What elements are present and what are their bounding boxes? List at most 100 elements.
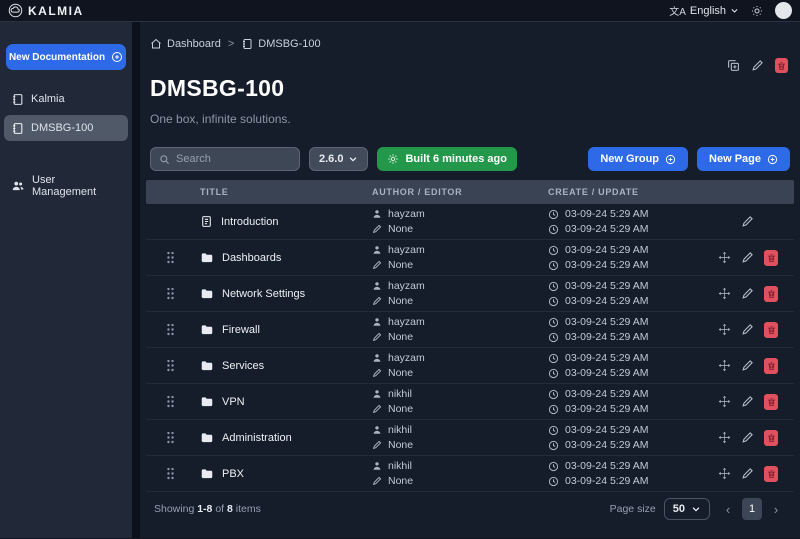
folder-icon: [200, 395, 214, 409]
sidebar-item-user-management[interactable]: User Management: [4, 173, 128, 199]
delete-row-button[interactable]: [764, 465, 778, 482]
author-name: hayzam: [388, 352, 425, 364]
new-documentation-label: New Documentation: [8, 51, 106, 63]
move-icon: [718, 431, 731, 444]
drag-handle-icon[interactable]: [166, 251, 175, 264]
create-time: 03-09-24 5:29 AM: [565, 280, 649, 292]
page-size-value: 50: [672, 503, 685, 515]
toolbar: 2.6.0 Built 6 minutes ago New Group: [146, 146, 794, 172]
create-time-icon: [548, 461, 559, 472]
editor-icon: [372, 296, 382, 306]
row-title: Administration: [222, 431, 292, 444]
editor-icon: [372, 260, 382, 270]
theme-toggle-button[interactable]: [751, 5, 763, 17]
edit-row-button[interactable]: [741, 395, 754, 408]
edit-row-button[interactable]: [741, 251, 754, 264]
editor-name: None: [388, 367, 414, 379]
page-subtitle: One box, infinite solutions.: [150, 112, 291, 126]
move-row-button[interactable]: [718, 287, 731, 300]
move-row-button[interactable]: [718, 323, 731, 336]
author-icon: [372, 245, 382, 255]
drag-handle-icon[interactable]: [166, 287, 175, 300]
move-row-button[interactable]: [718, 251, 731, 264]
new-group-label: New Group: [600, 153, 660, 165]
move-row-button[interactable]: [718, 431, 731, 444]
move-icon: [718, 287, 731, 300]
chevron-down-icon: [730, 6, 739, 15]
row-title-link[interactable]: Services: [194, 359, 366, 373]
create-time: 03-09-24 5:29 AM: [565, 208, 649, 220]
build-status-badge: Built 6 minutes ago: [377, 147, 517, 171]
sidebar-item-label: Kalmia: [31, 93, 65, 105]
prev-page-button[interactable]: ‹: [718, 498, 738, 520]
editor-icon: [372, 332, 382, 342]
pencil-icon: [741, 287, 754, 300]
sidebar-item-dmsbg-100[interactable]: DMSBG-100: [4, 115, 128, 141]
move-row-button[interactable]: [718, 359, 731, 372]
drag-handle-icon[interactable]: [166, 431, 175, 444]
trash-icon: [767, 469, 776, 479]
edit-row-button[interactable]: [741, 215, 754, 228]
move-row-button[interactable]: [718, 467, 731, 480]
row-title-link[interactable]: Administration: [194, 431, 366, 445]
edit-row-button[interactable]: [741, 323, 754, 336]
version-label: 2.6.0: [319, 153, 344, 165]
sidebar-item-kalmia[interactable]: Kalmia: [4, 86, 128, 112]
version-select[interactable]: 2.6.0: [309, 147, 369, 171]
delete-row-button[interactable]: [764, 357, 778, 374]
next-page-button[interactable]: ›: [766, 498, 786, 520]
delete-row-button[interactable]: [764, 393, 778, 410]
create-time-icon: [548, 425, 559, 436]
new-page-button[interactable]: New Page: [697, 147, 790, 171]
row-title: VPN: [222, 395, 245, 408]
sidebar-item-label: DMSBG-100: [31, 122, 94, 134]
page-size-select[interactable]: 50: [663, 498, 710, 520]
new-group-button[interactable]: New Group: [588, 147, 689, 171]
move-row-button[interactable]: [718, 395, 731, 408]
new-documentation-button[interactable]: New Documentation: [6, 44, 126, 70]
create-time-icon: [548, 245, 559, 256]
drag-handle-icon[interactable]: [166, 359, 175, 372]
create-time: 03-09-24 5:29 AM: [565, 424, 649, 436]
edit-row-button[interactable]: [741, 467, 754, 480]
row-title-link[interactable]: Dashboards: [194, 251, 366, 265]
edit-row-button[interactable]: [741, 431, 754, 444]
row-title-link[interactable]: Network Settings: [194, 287, 366, 301]
row-title-link[interactable]: VPN: [194, 395, 366, 409]
row-title: Services: [222, 359, 265, 372]
language-selector[interactable]: 文A English: [669, 3, 739, 18]
edit-row-button[interactable]: [741, 287, 754, 300]
move-icon: [718, 251, 731, 264]
current-page-button[interactable]: 1: [742, 498, 762, 520]
folder-icon: [200, 323, 214, 337]
breadcrumb-label: DMSBG-100: [258, 38, 321, 50]
edit-document-button[interactable]: [751, 59, 764, 72]
row-title: Firewall: [222, 323, 260, 336]
author-icon: [372, 281, 382, 291]
author-icon: [372, 461, 382, 471]
author-name: hayzam: [388, 316, 425, 328]
row-title-link[interactable]: PBX: [194, 467, 366, 481]
row-title-link[interactable]: Firewall: [194, 323, 366, 337]
drag-handle-icon[interactable]: [166, 395, 175, 408]
delete-row-button[interactable]: [764, 321, 778, 338]
edit-row-button[interactable]: [741, 359, 754, 372]
drag-handle-icon[interactable]: [166, 467, 175, 480]
author-name: hayzam: [388, 280, 425, 292]
search-input[interactable]: [176, 153, 291, 165]
breadcrumb-current[interactable]: DMSBG-100: [241, 38, 321, 50]
document-actions: [146, 58, 794, 73]
delete-row-button[interactable]: [764, 249, 778, 266]
search-icon: [159, 154, 170, 165]
clone-document-button[interactable]: [727, 59, 740, 72]
delete-row-button[interactable]: [764, 429, 778, 446]
delete-row-button[interactable]: [764, 285, 778, 302]
drag-handle-icon[interactable]: [166, 323, 175, 336]
table-row: VPN nikhil None 03-09-24 5:29 AM 03-09-2…: [146, 384, 794, 420]
user-avatar[interactable]: [775, 2, 792, 19]
row-title-link[interactable]: Introduction: [194, 215, 366, 228]
showing-range: 1-8: [197, 503, 213, 515]
delete-document-button[interactable]: [775, 58, 788, 73]
column-author-editor: AUTHOR / EDITOR: [372, 187, 463, 197]
breadcrumb-dashboard[interactable]: Dashboard: [150, 38, 221, 50]
